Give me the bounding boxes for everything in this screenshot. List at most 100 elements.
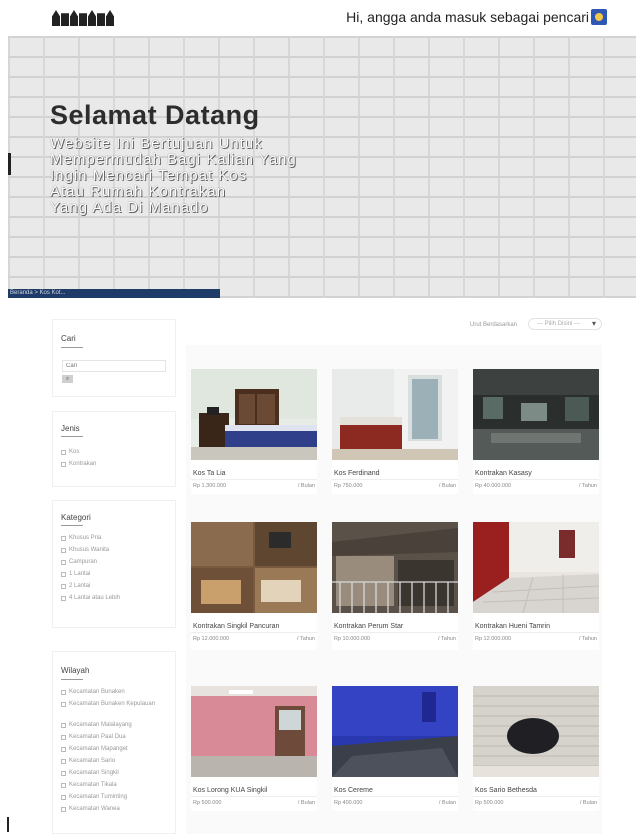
listing-photo[interactable] (473, 369, 599, 460)
listing-card[interactable]: Kos Cereme Rp 400.000 / Bulan (332, 686, 458, 811)
checkbox-label: Kecamatan Paal Dua (69, 734, 126, 740)
filter-checkbox[interactable]: Kontrakan (61, 461, 96, 467)
divider (61, 525, 83, 526)
kategori-filter: Kategori Khusus Pria Khusus Wanita Campu… (52, 500, 176, 628)
hero-banner: Selamat Datang Website Ini Bertujuan Unt… (8, 36, 636, 298)
divider (61, 679, 83, 680)
filter-checkbox[interactable]: Kecamatan Sario (61, 758, 115, 764)
filter-checkbox[interactable]: Kecamatan Tuminting (61, 794, 127, 800)
listing-photo[interactable] (332, 522, 458, 613)
search-panel: Cari ⌕ (52, 319, 176, 397)
listing-card[interactable]: Kos Ferdinand Rp 750.000 / Bulan (332, 369, 458, 494)
listing-price: Rp 40.000.000 (475, 483, 512, 489)
filter-checkbox[interactable]: Kecamatan Wanea (61, 806, 120, 812)
listing-card[interactable]: Kontrakan Singkil Pancuran Rp 12.000.000… (191, 522, 317, 650)
listing-photo[interactable] (332, 686, 458, 777)
filter-checkbox[interactable]: 1 Lantai (61, 571, 90, 577)
search-input[interactable] (62, 360, 166, 372)
listing-name[interactable]: Kos Sario Bethesda (475, 787, 537, 794)
wilayah-title: Wilayah (61, 666, 90, 675)
listing-photo[interactable] (191, 522, 317, 613)
divider (191, 479, 317, 480)
filter-checkbox[interactable]: 2 Lantai (61, 583, 90, 589)
listing-period: / Bulan (438, 800, 456, 806)
divider (191, 796, 317, 797)
checkbox-label: Kontrakan (69, 461, 97, 467)
filter-checkbox[interactable]: Khusus Wanita (61, 547, 109, 553)
hero-line: Website Ini Bertujuan Untuk (50, 135, 263, 152)
filter-checkbox[interactable]: Kos (61, 449, 79, 455)
user-greeting[interactable]: Hi, angga anda masuk sebagai pencari (346, 9, 589, 25)
checkbox-label: Kecamatan Bunaken Kepulauan (69, 701, 156, 707)
listing-photo[interactable] (191, 686, 317, 777)
listing-period: / Bulan (579, 800, 597, 806)
hero-line: Yang Ada Di Manado (50, 199, 209, 216)
text-cursor (8, 153, 11, 175)
listing-period: / Bulan (297, 483, 315, 489)
filter-checkbox[interactable]: Kecamatan Paal Dua (61, 734, 126, 740)
listing-card[interactable]: Kontrakan Kasasy Rp 40.000.000 / Tahun (473, 369, 599, 494)
jenis-filter: Jenis Kos Kontrakan (52, 411, 176, 487)
filter-checkbox[interactable]: Kecamatan Mapanget (61, 746, 128, 752)
checkbox-label: Kecamatan Tuminting (69, 794, 128, 800)
listing-card[interactable]: Kos Sario Bethesda Rp 500.000 / Bulan (473, 686, 599, 811)
filter-checkbox[interactable]: Kecamatan Tikala (61, 782, 117, 788)
hero-title: Selamat Datang (50, 100, 260, 130)
listing-photo[interactable] (473, 686, 599, 777)
checkbox-label: Kos (69, 449, 80, 455)
checkbox-label: Khusus Wanita (69, 547, 110, 553)
listing-card[interactable]: Kos Ta Lia Rp 1.300.000 / Bulan (191, 369, 317, 494)
divider (332, 796, 458, 797)
divider (473, 479, 599, 480)
sort-dropdown[interactable]: --- Pilih Disini --- (528, 318, 602, 330)
user-flag-icon[interactable] (591, 9, 607, 25)
breadcrumb-text[interactable]: Beranda > Kos Kot... (10, 289, 66, 298)
listing-photo[interactable] (473, 522, 599, 613)
listing-photo[interactable] (332, 369, 458, 460)
filter-checkbox[interactable]: Kecamatan Singkil (61, 770, 119, 776)
listing-price: Rp 500.000 (193, 800, 222, 806)
search-title: Cari (61, 334, 76, 343)
divider (332, 479, 458, 480)
listing-photo[interactable] (191, 369, 317, 460)
kategori-title: Kategori (61, 513, 91, 522)
divider (61, 347, 83, 348)
filter-checkbox[interactable]: Kecamatan Bunaken Kepulauan (61, 701, 155, 707)
listing-price: Rp 12.000.000 (193, 636, 230, 642)
checkbox-label: Kecamatan Wanea (69, 806, 120, 812)
listing-card[interactable]: Kos Lorong KUA Singkil Rp 500.000 / Bula… (191, 686, 317, 811)
scroll-marker (7, 817, 9, 832)
listing-name[interactable]: Kos Cereme (334, 787, 373, 794)
filter-checkbox[interactable]: Kecamatan Malalayang (61, 722, 132, 728)
search-button[interactable]: ⌕ (62, 375, 73, 383)
filter-checkbox[interactable]: Kecamatan Bunaken (61, 689, 125, 695)
checkbox-label: 1 Lantai (69, 571, 91, 577)
checkbox-label: Kecamatan Tikala (69, 782, 117, 788)
sort-label: Urut Berdasarkan (470, 322, 518, 328)
listing-price: Rp 1.300.000 (193, 483, 227, 489)
houses-logo-icon[interactable] (52, 10, 114, 26)
hero-line: Atau Rumah Kontrakan (50, 183, 226, 200)
checkbox-label: Khusus Pria (69, 535, 102, 541)
listing-name[interactable]: Kontrakan Perum Star (334, 623, 403, 630)
listing-name[interactable]: Kontrakan Hueni Tamrin (475, 623, 550, 630)
filter-checkbox[interactable]: Khusus Pria (61, 535, 101, 541)
listing-name[interactable]: Kos Ferdinand (334, 470, 380, 477)
filter-checkbox[interactable]: Campuran (61, 559, 97, 565)
listing-price: Rp 500.000 (475, 800, 504, 806)
hero-description: Website Ini Bertujuan Untuk Mempermudah … (50, 136, 410, 216)
listing-name[interactable]: Kontrakan Kasasy (475, 470, 532, 477)
wilayah-filter: Wilayah Kecamatan Bunaken Kecamatan Buna… (52, 651, 176, 834)
listing-name[interactable]: Kontrakan Singkil Pancuran (193, 623, 279, 630)
listing-name[interactable]: Kos Ta Lia (193, 470, 226, 477)
checkbox-label: Campuran (69, 559, 98, 565)
listing-period: / Tahun (579, 636, 597, 642)
listing-price: Rp 10.000.000 (334, 636, 371, 642)
listing-name[interactable]: Kos Lorong KUA Singkil (193, 787, 267, 794)
listing-card[interactable]: Kontrakan Perum Star Rp 10.000.000 / Tah… (332, 522, 458, 650)
listing-price: Rp 400.000 (334, 800, 363, 806)
filter-checkbox[interactable]: 4 Lantai atau Lebih (61, 595, 120, 601)
listing-period: / Tahun (297, 636, 315, 642)
checkbox-label: Kecamatan Sario (69, 758, 116, 764)
listing-card[interactable]: Kontrakan Hueni Tamrin Rp 12.000.000 / T… (473, 522, 599, 650)
